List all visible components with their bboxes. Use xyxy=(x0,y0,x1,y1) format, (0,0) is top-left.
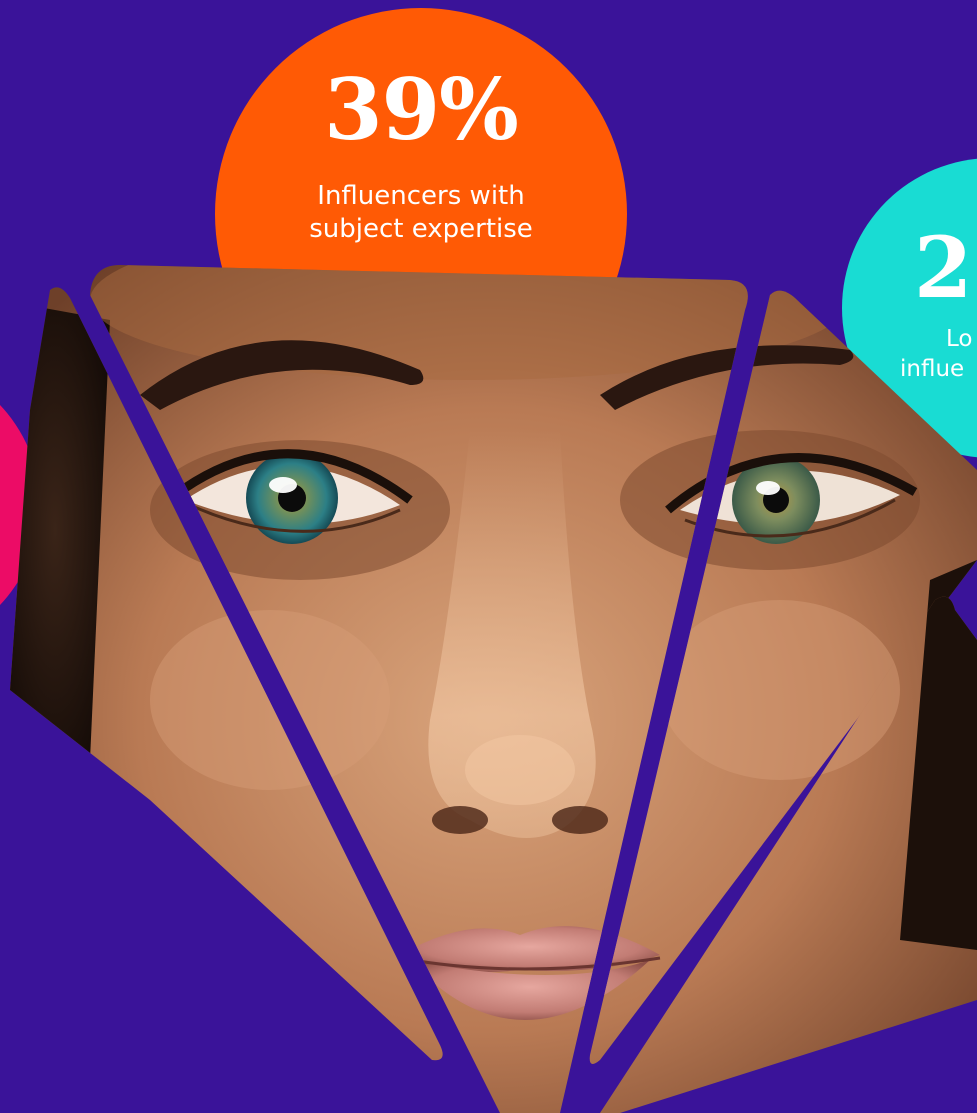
face-photo-collage xyxy=(0,0,977,1113)
infographic-canvas: 21 Lo influe 39% Influencers with subjec… xyxy=(0,0,977,1113)
